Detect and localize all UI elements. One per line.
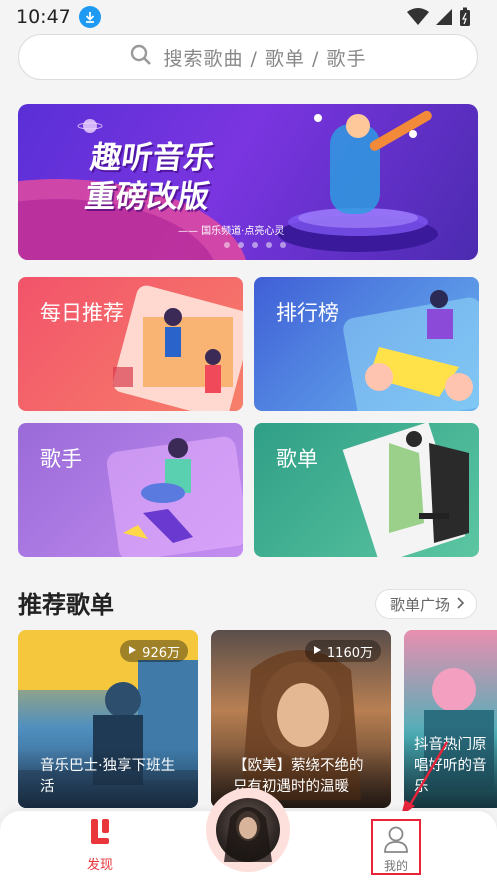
category-playlists[interactable]: 歌单 — [254, 423, 479, 557]
playlists-artwork — [342, 423, 469, 557]
play-count: 1160万 — [326, 645, 373, 661]
nav-mine-label: 我的 — [383, 859, 408, 873]
discover-icon — [89, 819, 111, 850]
status-bar: 10:47 — [0, 0, 497, 34]
play-icon — [313, 644, 322, 659]
category-label: 歌手 — [40, 447, 82, 471]
banner-pagination — [224, 242, 286, 248]
playlist-name: 音乐巴士·独享下班生活 — [18, 748, 198, 808]
search-icon — [130, 44, 152, 70]
wifi-icon — [407, 8, 429, 30]
nav-discover-label: 发现 — [86, 858, 113, 873]
banner-subtitle: —— 国乐频道·点亮心灵 — [178, 226, 285, 237]
category-ranking[interactable]: 排行榜 — [254, 277, 479, 411]
play-icon — [128, 644, 137, 659]
playlist-card[interactable]: 1160万 【欧美】萦绕不绝的只有初遇时的温暖 — [211, 630, 391, 808]
user-icon — [383, 826, 409, 857]
nav-mine[interactable]: 我的 — [371, 819, 421, 875]
category-daily-recommend[interactable]: 每日推荐 — [18, 277, 243, 411]
status-time: 10:47 — [16, 6, 71, 28]
banner-title: 趣听音乐 重磅改版 — [82, 140, 218, 214]
playlist-plaza-button[interactable]: 歌单广场 — [374, 589, 477, 619]
playlist-card[interactable]: 926万 音乐巴士·独享下班生活 — [18, 630, 198, 808]
category-label: 排行榜 — [276, 301, 339, 325]
category-label: 歌单 — [276, 447, 318, 471]
chevron-right-icon — [456, 595, 465, 613]
now-playing-disc[interactable] — [206, 788, 290, 872]
play-count-badge: 926万 — [120, 640, 188, 662]
annotation-arrow — [401, 741, 449, 816]
section-title: 推荐歌单 — [18, 591, 114, 619]
now-playing-cover — [216, 798, 280, 862]
play-count: 926万 — [142, 645, 180, 661]
promo-banner[interactable]: 趣听音乐 重磅改版 —— 国乐频道·点亮心灵 — [18, 104, 478, 260]
ranking-artwork — [343, 290, 479, 411]
playlist-plaza-label: 歌单广场 — [389, 595, 450, 614]
search-placeholder: 搜索歌曲 / 歌单 / 歌手 — [163, 47, 367, 70]
battery-icon — [459, 7, 471, 31]
download-icon — [78, 6, 101, 28]
category-label: 每日推荐 — [40, 301, 124, 325]
play-count-badge: 1160万 — [304, 640, 381, 662]
category-singers[interactable]: 歌手 — [18, 423, 243, 557]
search-bar[interactable]: 搜索歌曲 / 歌单 / 歌手 — [18, 34, 478, 80]
nav-discover[interactable]: 发现 — [80, 818, 120, 873]
singers-artwork — [106, 436, 243, 557]
signal-icon — [435, 8, 453, 30]
